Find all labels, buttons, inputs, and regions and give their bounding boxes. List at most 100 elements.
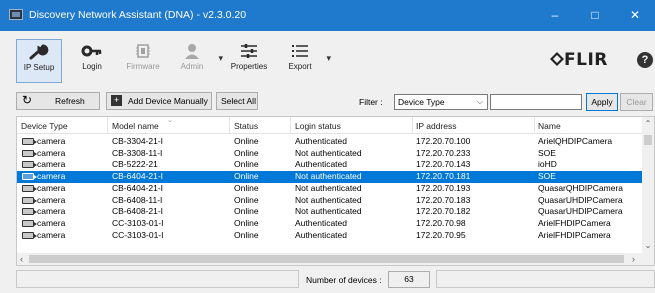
flir-logo: FLIR bbox=[550, 50, 608, 70]
table-row[interactable]: camera CB-5222-21 Online Authenticated 172.2… bbox=[17, 159, 643, 171]
firmware-button[interactable]: Firmware bbox=[120, 39, 166, 83]
scroll-right-icon[interactable]: › bbox=[632, 253, 635, 265]
properties-button[interactable]: Properties bbox=[226, 39, 272, 83]
horizontal-scrollbar[interactable]: ‹ › bbox=[17, 253, 643, 265]
ip-address-cell: 172.20.70.100 bbox=[416, 136, 471, 146]
camera-icon bbox=[22, 208, 37, 216]
app-icon bbox=[9, 9, 23, 20]
camera-icon bbox=[22, 231, 37, 239]
device-type-cell: camera bbox=[37, 206, 66, 217]
add-device-manually-button[interactable]: + Add Device Manually bbox=[106, 92, 212, 110]
export-button[interactable]: Export ▾ bbox=[280, 39, 331, 83]
chip-icon bbox=[131, 42, 155, 60]
add-icon: + bbox=[111, 95, 122, 106]
status-cell: Online bbox=[234, 159, 259, 170]
login-status-cell: Authenticated bbox=[295, 229, 347, 240]
scroll-left-icon[interactable]: ‹ bbox=[20, 253, 23, 265]
table-row[interactable]: camera CB-6408-21-I Online Not authenticate… bbox=[17, 206, 643, 218]
filter-label: Filter : bbox=[359, 97, 383, 107]
clear-button[interactable]: Clear bbox=[620, 93, 653, 111]
model-name-cell: CB-6404-21-I bbox=[112, 182, 164, 193]
device-type-cell: camera bbox=[37, 159, 66, 170]
name-cell: SOE bbox=[538, 171, 556, 182]
model-name-cell: CB-6408-11-I bbox=[112, 194, 163, 205]
column-status[interactable]: Status bbox=[234, 121, 258, 131]
vertical-scrollbar[interactable]: ⌃ ⌄ bbox=[642, 117, 654, 265]
name-cell: ArielFHDIPCamera bbox=[538, 229, 611, 240]
apply-button[interactable]: Apply bbox=[586, 93, 618, 111]
maximize-button[interactable]: □ bbox=[575, 0, 615, 31]
column-device-type[interactable]: Device Type bbox=[21, 121, 68, 131]
login-status-cell: Not authenticated bbox=[295, 206, 362, 217]
name-cell: SOE bbox=[538, 147, 556, 158]
sort-indicator-icon: ⌄ bbox=[167, 117, 173, 124]
ip-address-cell: 172.20.70.95 bbox=[416, 229, 466, 240]
table-row[interactable]: camera CB-6404-21-I Online Not authenticate… bbox=[17, 171, 643, 183]
sliders-icon bbox=[237, 42, 261, 60]
login-status-cell: Not authenticated bbox=[295, 147, 362, 158]
vertical-scroll-thumb[interactable] bbox=[644, 135, 652, 145]
name-cell: QuasarUHDIPCamera bbox=[538, 206, 623, 217]
status-bar: Number of devices : 63 bbox=[0, 266, 655, 293]
status-cell: Online bbox=[234, 194, 259, 205]
model-name-cell: CB-3304-21-I bbox=[112, 136, 164, 146]
scroll-down-icon[interactable]: ⌄ bbox=[642, 241, 654, 250]
table-row[interactable]: camera CB-3308-11-I Online Not authenticate… bbox=[17, 148, 643, 160]
admin-button[interactable]: Admin ▾ bbox=[172, 39, 223, 83]
help-icon[interactable]: ? bbox=[637, 52, 653, 68]
device-type-cell: camera bbox=[37, 182, 66, 193]
status-cell: Online bbox=[234, 147, 259, 158]
device-table[interactable]: Device Type Model name ⌄ Status Login st… bbox=[16, 116, 655, 266]
close-button[interactable]: ✕ bbox=[615, 0, 655, 31]
flir-logo-mark bbox=[550, 52, 564, 66]
filter-select[interactable]: Device Type ⌵ bbox=[394, 94, 488, 110]
table-header: Device Type Model name ⌄ Status Login st… bbox=[17, 117, 654, 134]
status-cell: Online bbox=[234, 217, 259, 228]
table-row[interactable]: camera CB-6404-21-I Online Not authenticate… bbox=[17, 183, 643, 195]
ip-address-cell: 172.20.70.183 bbox=[416, 194, 471, 205]
device-type-cell: camera bbox=[37, 171, 66, 182]
status-cell: Online bbox=[234, 171, 259, 182]
table-row[interactable]: camera CC-3103-01-I Online Authenticated 172… bbox=[17, 230, 643, 242]
status-cell: Online bbox=[234, 206, 259, 217]
title-bar: Discovery Network Assistant (DNA) - v2.3… bbox=[0, 0, 655, 31]
horizontal-scroll-thumb[interactable] bbox=[29, 255, 624, 263]
column-name[interactable]: Name bbox=[538, 121, 561, 131]
table-row[interactable]: camera CB-3304-21-I Online Authenticated 172… bbox=[17, 136, 643, 148]
user-icon bbox=[180, 42, 204, 60]
ip-setup-button[interactable]: IP Setup bbox=[16, 39, 62, 83]
camera-icon bbox=[22, 173, 37, 181]
select-all-button[interactable]: Select All bbox=[216, 92, 258, 110]
column-model-name[interactable]: Model name bbox=[112, 121, 159, 131]
model-name-cell: CC-3103-01-I bbox=[112, 229, 164, 240]
table-row[interactable]: camera CB-6408-11-I Online Not authenticate… bbox=[17, 195, 643, 207]
scroll-up-icon[interactable]: ⌃ bbox=[642, 119, 654, 128]
ip-address-cell: 172.20.70.143 bbox=[416, 159, 471, 170]
ip-address-cell: 172.20.70.181 bbox=[416, 171, 471, 182]
status-field-left bbox=[16, 270, 299, 288]
ip-address-cell: 172.20.70.233 bbox=[416, 147, 471, 158]
camera-icon bbox=[22, 196, 37, 204]
wrench-icon bbox=[27, 43, 51, 61]
refresh-button[interactable]: ↻ Refresh bbox=[16, 92, 100, 110]
camera-icon bbox=[22, 138, 37, 145]
export-dropdown-icon[interactable]: ▾ bbox=[326, 53, 331, 64]
table-row[interactable]: camera CC-3103-01-I Online Authenticated 172… bbox=[17, 218, 643, 230]
camera-icon bbox=[22, 161, 37, 169]
model-name-cell: CB-3308-11-I bbox=[112, 147, 163, 158]
device-type-cell: camera bbox=[37, 194, 66, 205]
column-ip-address[interactable]: IP address bbox=[416, 121, 456, 131]
admin-dropdown-icon[interactable]: ▾ bbox=[218, 53, 223, 64]
status-field-right bbox=[436, 270, 655, 288]
column-login-status[interactable]: Login status bbox=[295, 121, 341, 131]
login-button[interactable]: Login bbox=[72, 39, 112, 83]
minimize-button[interactable]: – bbox=[535, 0, 575, 31]
login-status-cell: Authenticated bbox=[295, 136, 347, 146]
window-title: Discovery Network Assistant (DNA) - v2.3… bbox=[29, 9, 247, 21]
refresh-icon: ↻ bbox=[22, 93, 33, 107]
ip-address-cell: 172.20.70.98 bbox=[416, 217, 466, 228]
status-cell: Online bbox=[234, 229, 259, 240]
name-cell: QuasarUHDIPCamera bbox=[538, 194, 623, 205]
name-cell: QuasarQHDIPCamera bbox=[538, 182, 624, 193]
filter-input[interactable] bbox=[490, 94, 582, 110]
